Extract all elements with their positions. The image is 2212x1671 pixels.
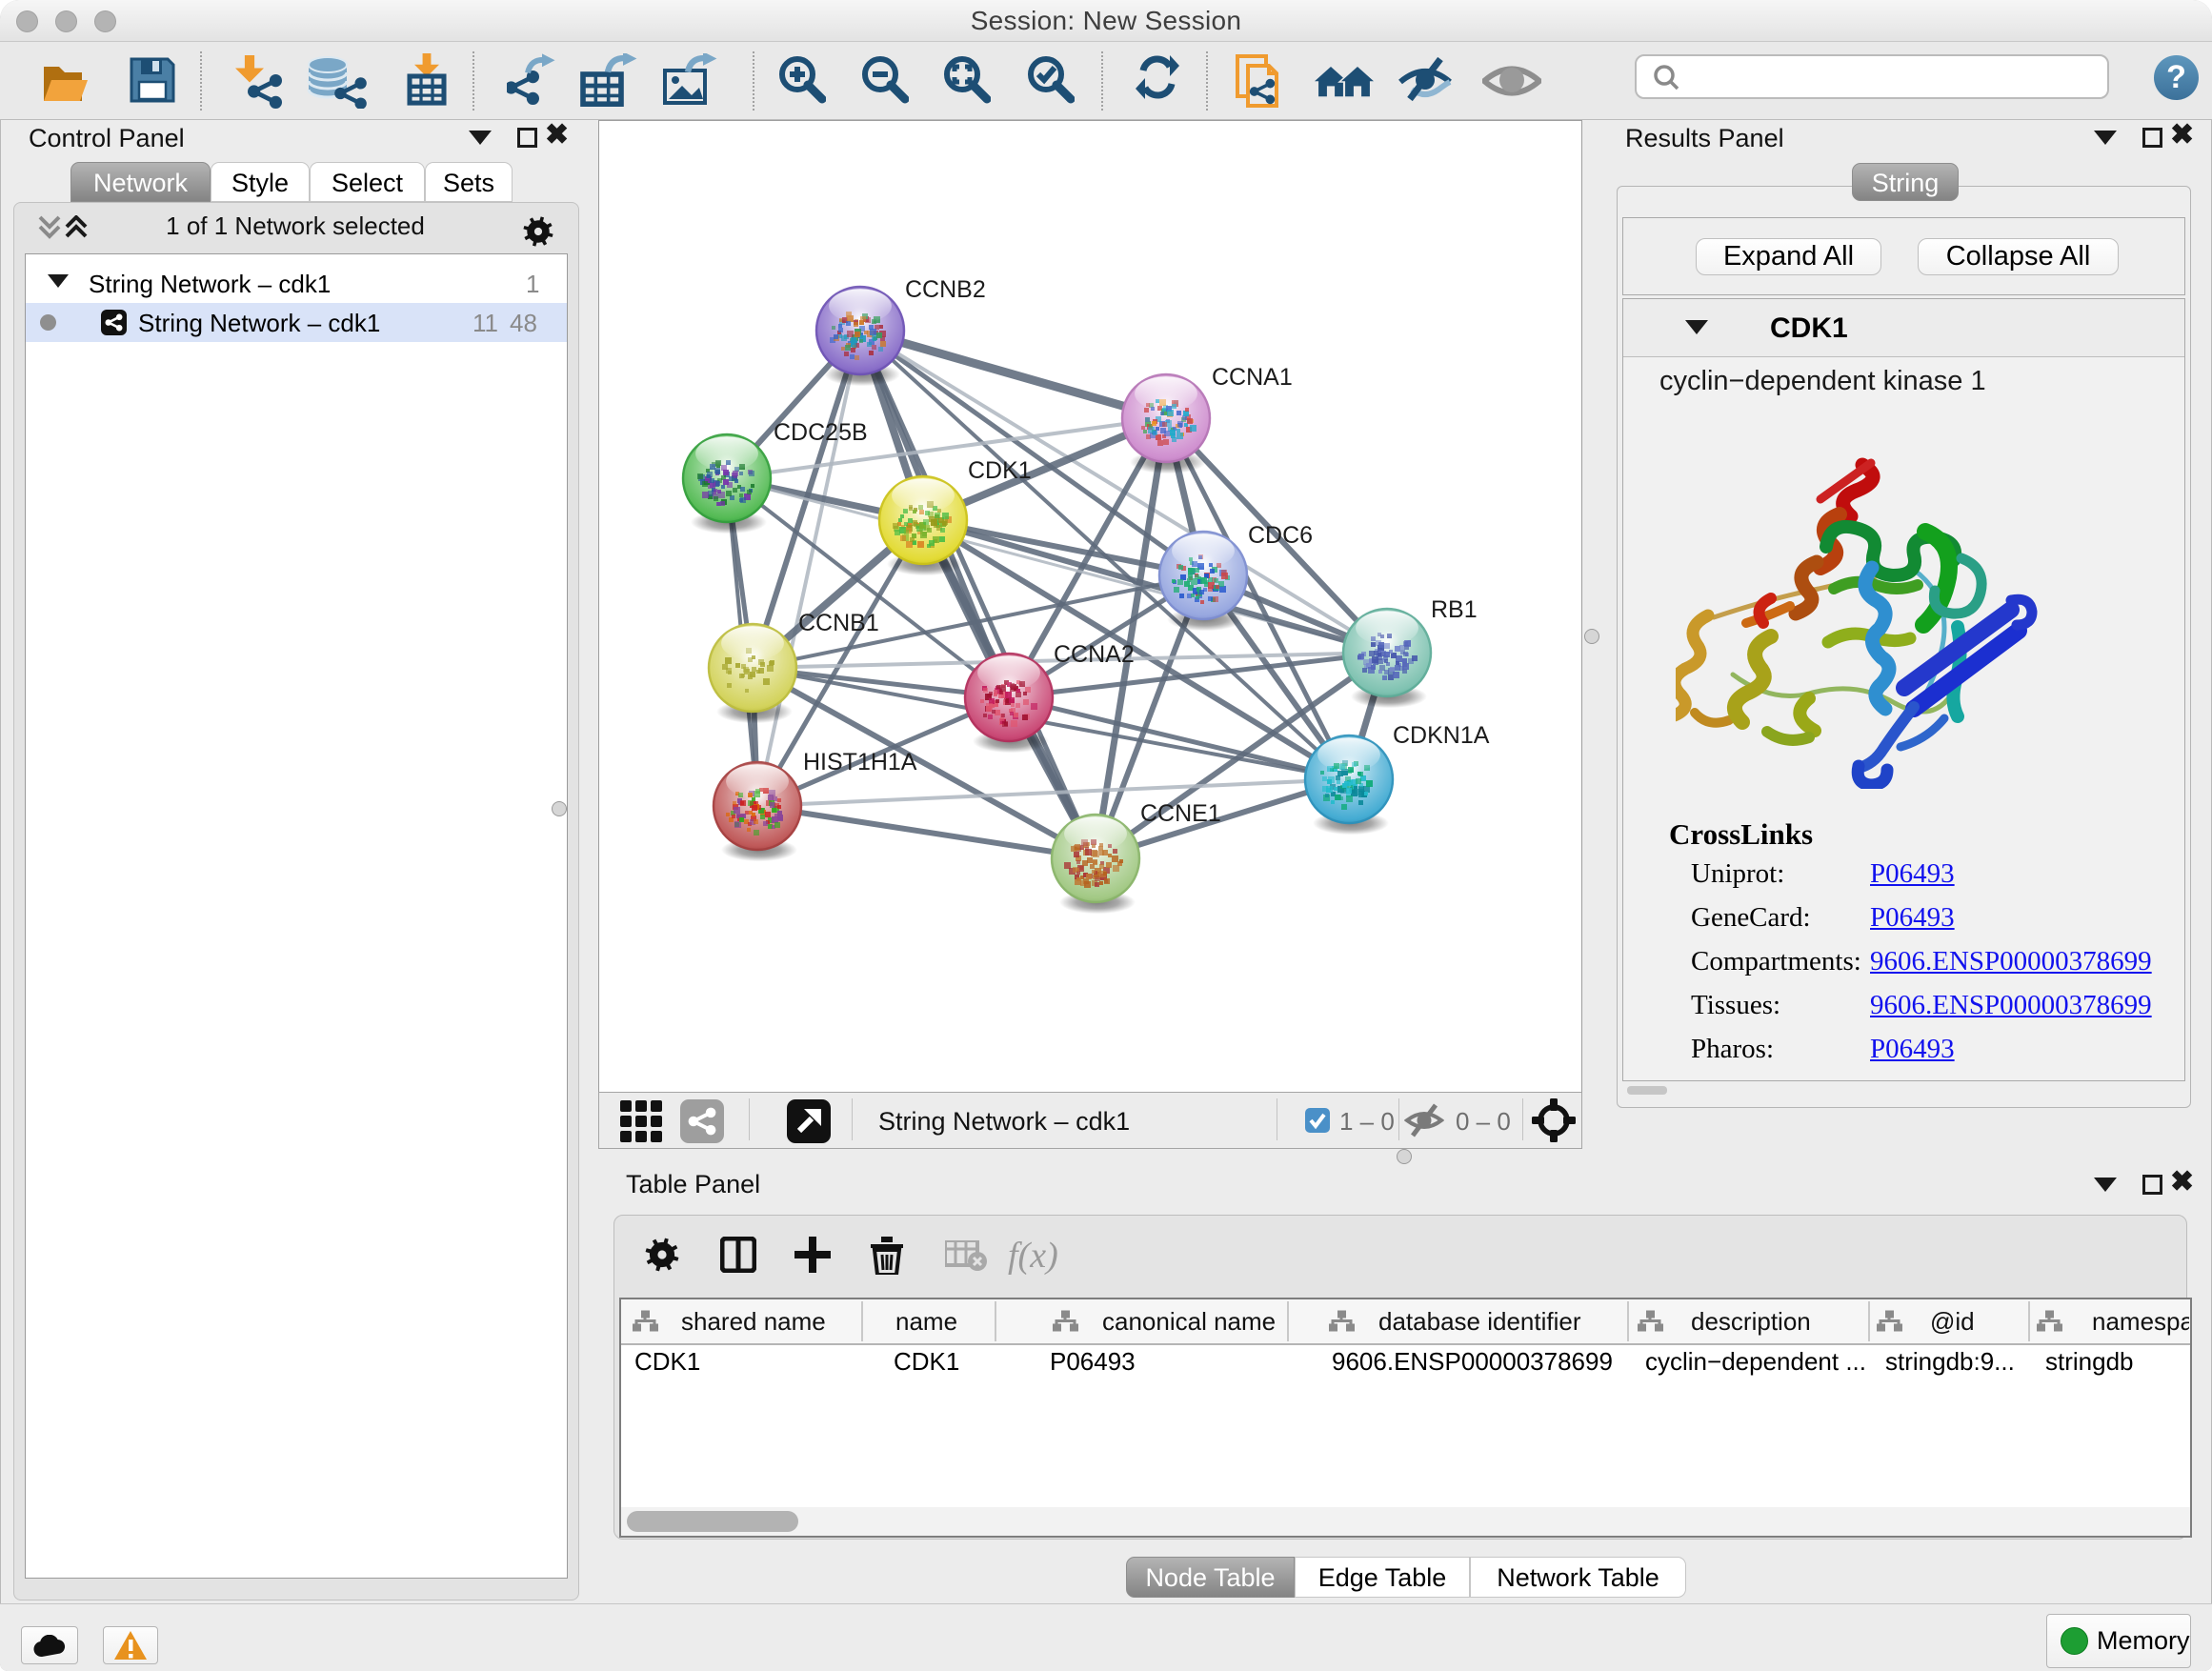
svg-text:HIST1H1A: HIST1H1A bbox=[803, 749, 917, 775]
svg-text:RB1: RB1 bbox=[1431, 596, 1478, 623]
svg-text:CDC25B: CDC25B bbox=[774, 419, 868, 446]
svg-text:CCNB1: CCNB1 bbox=[798, 610, 879, 636]
svg-text:CCNA1: CCNA1 bbox=[1212, 364, 1293, 391]
svg-text:CCNA2: CCNA2 bbox=[1054, 641, 1135, 668]
svg-text:CDK1: CDK1 bbox=[968, 457, 1032, 484]
svg-text:CCNE1: CCNE1 bbox=[1140, 800, 1221, 827]
svg-text:CDKN1A: CDKN1A bbox=[1393, 722, 1490, 749]
svg-text:CCNB2: CCNB2 bbox=[905, 276, 986, 303]
svg-text:CDC6: CDC6 bbox=[1248, 522, 1313, 549]
